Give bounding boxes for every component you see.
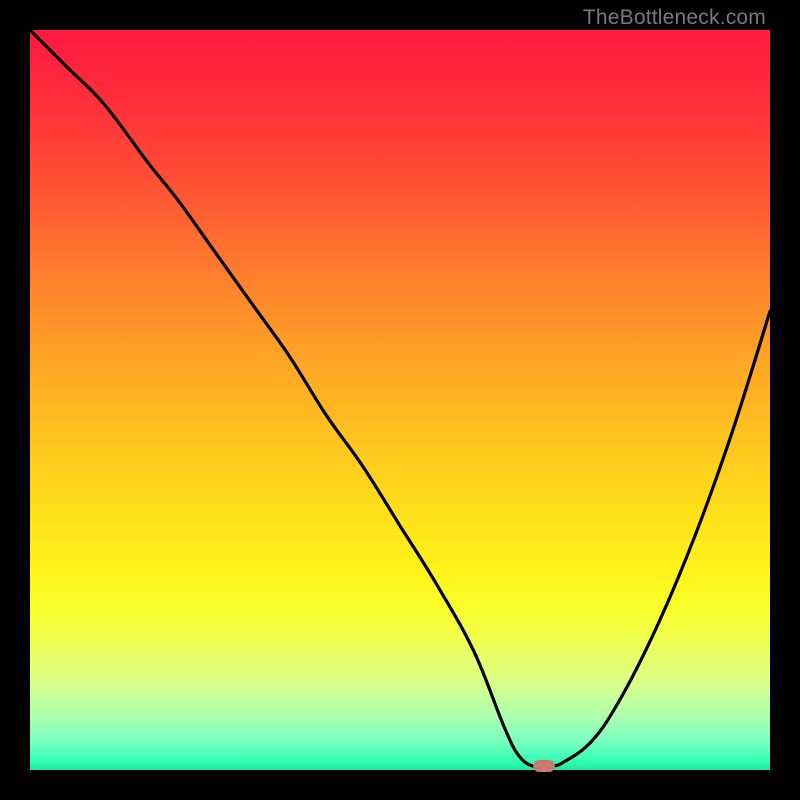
plot-area	[30, 30, 770, 770]
bottleneck-curve	[30, 30, 770, 767]
curve-layer	[30, 30, 770, 770]
watermark-text: TheBottleneck.com	[583, 6, 766, 30]
optimal-marker	[533, 760, 555, 772]
chart-frame: TheBottleneck.com	[0, 0, 800, 800]
